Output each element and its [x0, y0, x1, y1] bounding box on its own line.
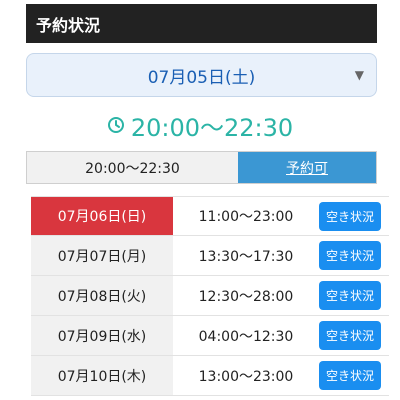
schedule-row: 07月07日(月) 13:30〜17:30 空き状況 [31, 236, 389, 276]
schedule-date: 07月09日(水) [31, 316, 173, 355]
schedule-row: 07月08日(火) 12:30〜28:00 空き状況 [31, 276, 389, 316]
schedule-hours: 04:00〜12:30 [198, 328, 294, 345]
schedule-row: 07月06日(日) 11:00〜23:00 空き状況 [31, 196, 389, 236]
slot-time: 20:00〜22:30 [27, 152, 238, 183]
caret-down-icon: ▼ [354, 68, 364, 82]
schedule-hours: 13:30〜17:30 [198, 248, 294, 265]
schedule-hours: 12:30〜28:00 [198, 288, 294, 305]
page-title: 予約状況 [36, 15, 101, 35]
availability-button[interactable]: 空き状況 [319, 201, 381, 231]
schedule-row: 07月10日(木) 13:00〜23:00 空き状況 [31, 356, 389, 396]
schedule-hours: 11:00〜23:00 [198, 209, 294, 225]
schedule-date: 07月07日(月) [31, 236, 173, 275]
schedule-date: 07月06日(日) [31, 197, 173, 235]
schedule-row: 07月09日(水) 04:00〜12:30 空き状況 [31, 316, 389, 356]
availability-button[interactable]: 空き状況 [319, 241, 381, 270]
schedule-date: 07月10日(木) [31, 356, 173, 395]
reserve-available-link[interactable]: 予約可 [238, 152, 376, 183]
page-header: 予約状況 [26, 4, 377, 43]
selected-time-text: 20:00〜22:30 [130, 113, 294, 142]
selected-time-heading: 20:00〜22:30 [0, 108, 400, 142]
availability-button[interactable]: 空き状況 [319, 281, 381, 310]
availability-button[interactable]: 空き状況 [319, 361, 381, 390]
schedule-date: 07月08日(火) [31, 276, 173, 315]
clock-icon [107, 116, 125, 134]
availability-button[interactable]: 空き状況 [319, 321, 381, 350]
time-slot-row: 20:00〜22:30 予約可 [26, 151, 377, 184]
date-select-value: 07月05日(土) [147, 67, 256, 88]
schedule-hours: 13:00〜23:00 [198, 368, 294, 385]
date-select[interactable]: 07月05日(土) ▼ [26, 53, 377, 97]
schedule-list: 07月06日(日) 11:00〜23:00 空き状況 07月07日(月) 13:… [31, 196, 389, 396]
